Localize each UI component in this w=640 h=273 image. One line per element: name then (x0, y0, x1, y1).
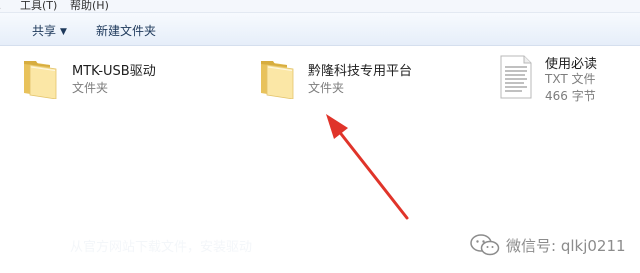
new-folder-button[interactable]: 新建文件夹 (96, 22, 156, 39)
wechat-logo-icon (470, 234, 500, 256)
menu-bar: ( 工具(T) 帮助(H) (0, 0, 640, 13)
share-label: 共享 (32, 24, 57, 38)
file-type: 文件夹 (72, 81, 109, 95)
file-type: 文件夹 (308, 81, 345, 95)
file-name: MTK-USB驱动 (72, 64, 156, 79)
folder-icon (261, 61, 294, 99)
share-button[interactable]: 共享 ▼ (32, 22, 67, 39)
file-item-qianlong[interactable]: 黔隆科技专用平台 文件夹 (259, 55, 459, 105)
file-item-mtk-usb[interactable]: MTK-USB驱动 文件夹 (22, 55, 222, 105)
command-bar: ‹ 共享▼ 新建文件夹 (0, 13, 640, 46)
file-name: 黔隆科技专用平台 (308, 64, 413, 79)
menu-tools[interactable]: 工具(T) (20, 0, 57, 12)
new-folder-label: 新建文件夹 (96, 24, 157, 38)
file-item-readme[interactable]: 使用必读 TXT 文件 466 字节 (498, 52, 636, 108)
folder-icon (24, 61, 57, 99)
text-file-icon (500, 55, 532, 99)
watermark-text: 微信号: qlkj0211 (506, 236, 626, 255)
file-type: TXT 文件 (545, 72, 596, 86)
overlay-caption: 从官方网站下载文件，安装驱动 (70, 240, 253, 255)
menu-help[interactable]: 帮助(H) (70, 0, 109, 12)
chevron-down-icon: ▼ (60, 27, 67, 37)
menu-edge-text: ( (0, 0, 1, 10)
file-size: 466 字节 (545, 89, 596, 103)
watermark: 微信号: qlkj0211 (470, 232, 626, 258)
